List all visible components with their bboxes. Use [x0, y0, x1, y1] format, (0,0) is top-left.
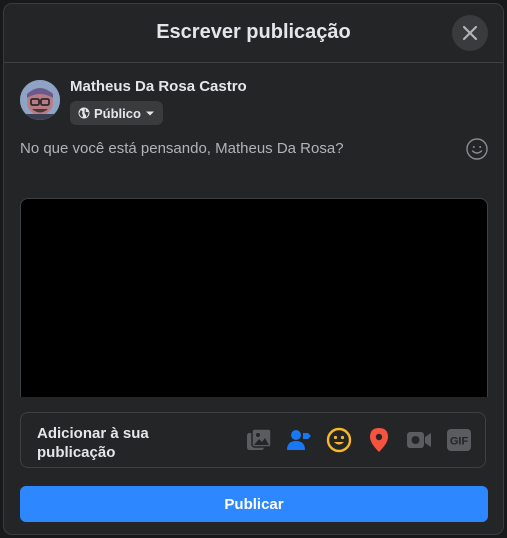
create-post-dialog: Escrever publicação Matheus Da Rosa Cast…	[4, 4, 503, 534]
post-text-input[interactable]: No que você está pensando, Matheus Da Ro…	[20, 140, 450, 164]
media-preview	[20, 198, 488, 397]
location-icon	[370, 428, 388, 452]
tag-people-button[interactable]	[285, 426, 313, 454]
avatar[interactable]	[20, 80, 60, 120]
caret-down-icon	[145, 111, 154, 116]
add-to-post-label: Adicionar à sua publicação	[37, 425, 149, 461]
add-to-post-bar: Adicionar à sua publicação GIF	[20, 412, 486, 468]
globe-icon	[78, 107, 90, 119]
gif-button[interactable]: GIF	[445, 426, 473, 454]
gif-icon: GIF	[447, 429, 471, 451]
user-name[interactable]: Matheus Da Rosa Castro	[70, 78, 247, 95]
avatar-image	[20, 80, 60, 120]
tag-people-icon	[287, 430, 311, 450]
smiley-icon	[466, 138, 488, 160]
check-in-button[interactable]	[365, 426, 393, 454]
feeling-icon	[326, 427, 352, 453]
post-author: Matheus Da Rosa Castro Público	[20, 78, 440, 128]
close-button[interactable]	[452, 15, 488, 51]
publish-button[interactable]: Publicar	[20, 486, 488, 522]
feeling-activity-button[interactable]	[325, 426, 353, 454]
emoji-button[interactable]	[465, 137, 489, 161]
video-icon	[407, 432, 431, 448]
dialog-title: Escrever publicação	[156, 21, 351, 43]
photo-icon	[247, 428, 272, 450]
photo-video-button[interactable]	[245, 426, 273, 454]
dialog-header: Escrever publicação	[4, 4, 503, 63]
close-icon	[462, 25, 478, 41]
privacy-label: Público	[94, 105, 141, 121]
privacy-selector[interactable]: Público	[70, 101, 163, 125]
live-video-button[interactable]	[405, 426, 433, 454]
svg-text:GIF: GIF	[450, 436, 469, 448]
